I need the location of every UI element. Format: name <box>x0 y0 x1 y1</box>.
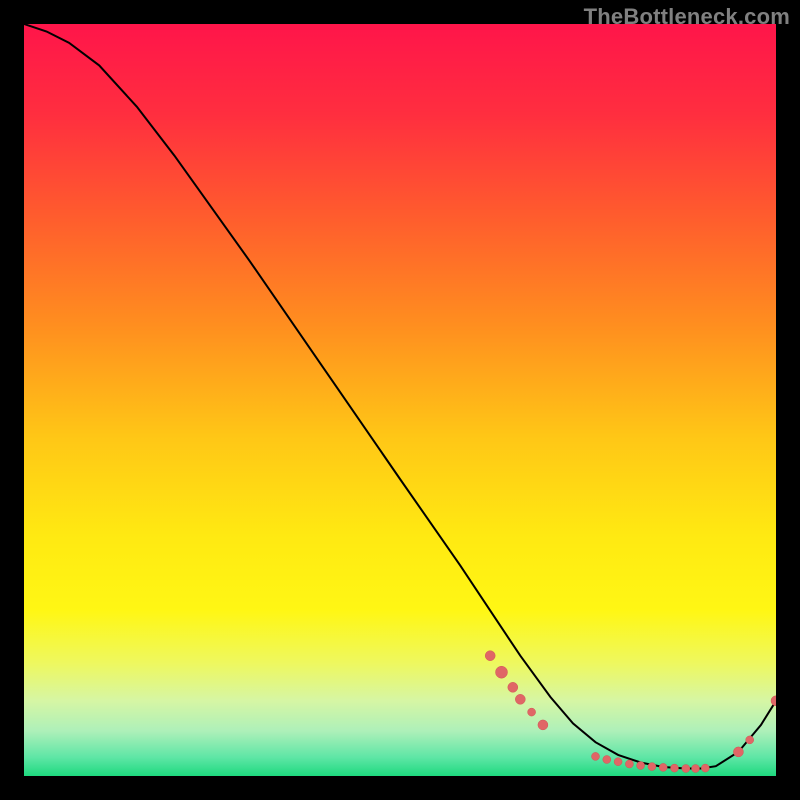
data-marker <box>746 736 754 744</box>
data-marker <box>648 763 656 771</box>
data-marker <box>538 720 548 730</box>
data-marker <box>508 682 518 692</box>
data-marker <box>659 763 667 771</box>
chart-frame: TheBottleneck.com <box>0 0 800 800</box>
data-marker <box>496 666 508 678</box>
data-marker <box>485 651 495 661</box>
data-marker <box>515 694 525 704</box>
gradient-background <box>24 24 776 776</box>
data-marker <box>614 758 622 766</box>
data-marker <box>637 762 645 770</box>
data-marker <box>701 764 709 772</box>
data-marker <box>625 760 633 768</box>
data-marker <box>592 752 600 760</box>
watermark-label: TheBottleneck.com <box>584 4 790 30</box>
data-marker <box>671 764 679 772</box>
data-marker <box>528 708 536 716</box>
data-marker <box>603 756 611 764</box>
chart-svg <box>24 24 776 776</box>
data-marker <box>692 765 700 773</box>
plot-area <box>24 24 776 776</box>
data-marker <box>682 765 690 773</box>
data-marker <box>733 747 743 757</box>
